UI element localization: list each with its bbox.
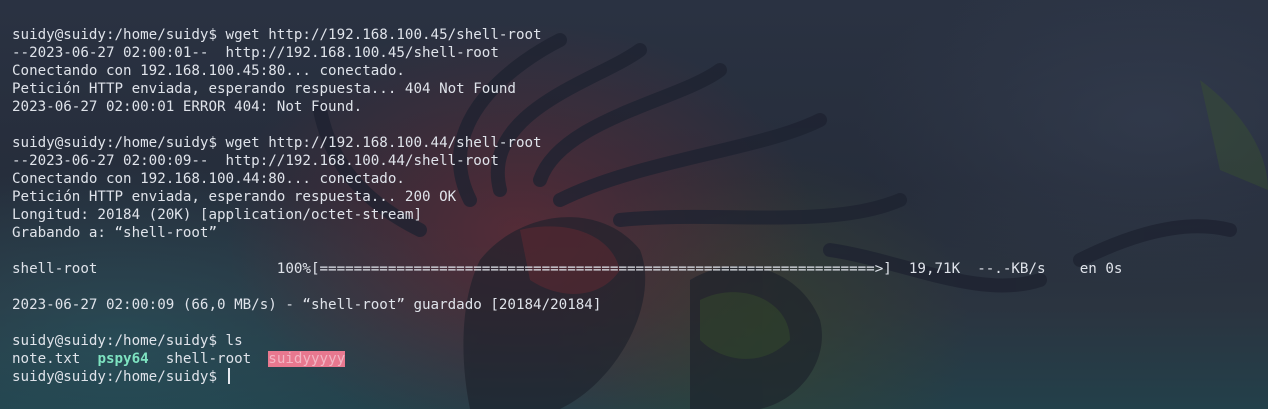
ls-directory: suidyyyyy <box>268 351 346 367</box>
terminal-line: suidy@suidy:/home/suidy$ wget http://192… <box>12 135 542 151</box>
terminal-line: 2023-06-27 02:00:09 (66,0 MB/s) - “shell… <box>12 297 602 313</box>
ls-file: note.txt <box>12 351 81 367</box>
ls-executable: pspy64 <box>97 351 149 367</box>
terminal-window[interactable]: suidy@suidy:/home/suidy$ wget http://192… <box>0 0 1268 409</box>
ls-file: shell-root <box>165 351 252 367</box>
terminal-line: suidy@suidy:/home/suidy$ ls <box>12 333 243 349</box>
terminal-line: Petición HTTP enviada, esperando respues… <box>12 81 516 97</box>
terminal-line: Longitud: 20184 (20K) [application/octet… <box>12 207 422 223</box>
terminal-line: Conectando con 192.168.100.45:80... cone… <box>12 63 405 79</box>
progress-line: shell-root 100%[========================… <box>12 261 1123 277</box>
terminal-line: Grabando a: “shell-root” <box>12 225 217 241</box>
terminal-line: --2023-06-27 02:00:01-- http://192.168.1… <box>12 45 499 61</box>
ls-output-line: note.txt pspy64 shell-root suidyyyyy <box>12 350 1260 368</box>
terminal-line: suidy@suidy:/home/suidy$ wget http://192… <box>12 27 542 43</box>
terminal-output: suidy@suidy:/home/suidy$ wget http://192… <box>12 26 1260 386</box>
prompt-line[interactable]: suidy@suidy:/home/suidy$ <box>12 368 1260 386</box>
terminal-line: Conectando con 192.168.100.44:80... cone… <box>12 171 405 187</box>
terminal-line: Petición HTTP enviada, esperando respues… <box>12 189 457 205</box>
shell-prompt: suidy@suidy:/home/suidy$ <box>12 369 226 385</box>
terminal-line: 2023-06-27 02:00:01 ERROR 404: Not Found… <box>12 99 363 115</box>
terminal-line: --2023-06-27 02:00:09-- http://192.168.1… <box>12 153 499 169</box>
text-cursor <box>227 368 230 384</box>
